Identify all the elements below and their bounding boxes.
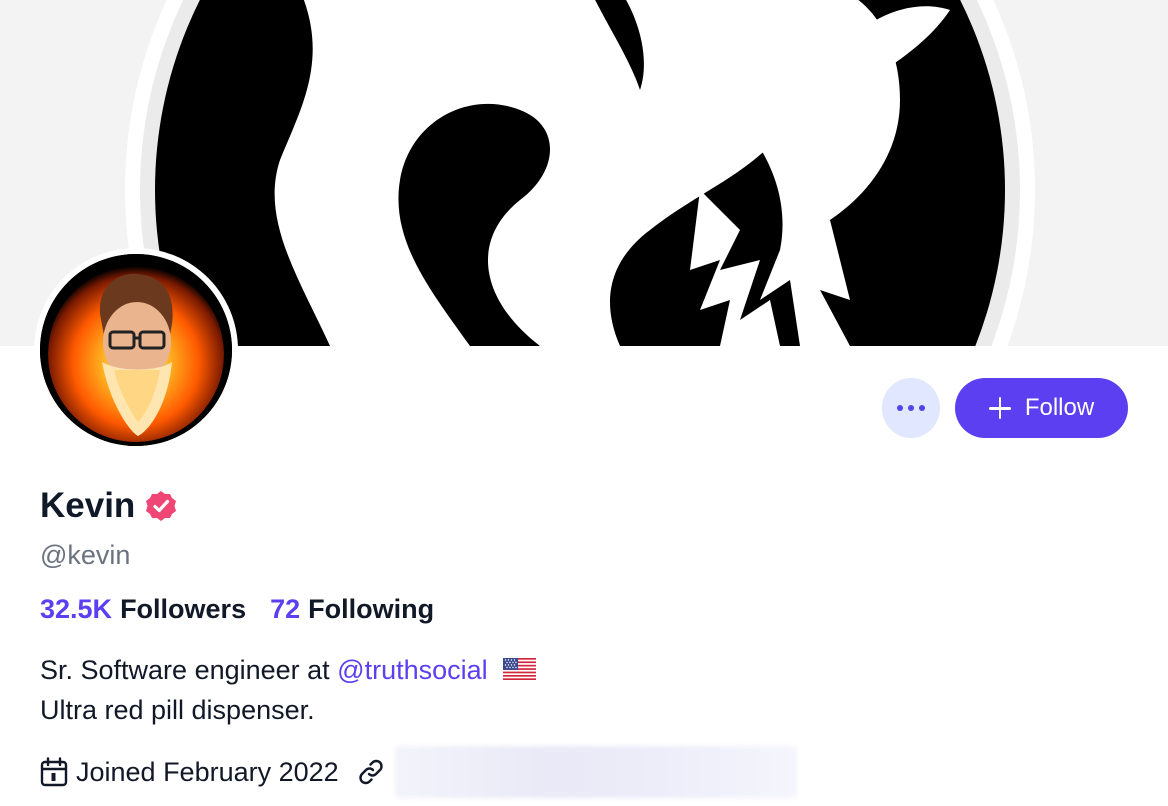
joined-date: Joined February 2022 [76,756,339,787]
following-label: Following [308,594,435,624]
more-options-button[interactable] [882,378,940,438]
profile-website-link[interactable] [394,746,797,798]
avatar-image [40,254,232,446]
followers-link[interactable]: 32.5K Followers [40,594,246,625]
following-link[interactable]: 72 Following [270,594,434,625]
following-count: 72 [270,594,301,624]
display-name: Kevin [40,486,136,525]
profile-handle: @kevin [40,540,131,570]
verified-badge-icon [146,491,177,521]
profile-meta: Joined February 2022 [40,746,797,798]
profile-bio: Sr. Software engineer at @truthsocial Ul… [40,650,537,730]
profile-name-row: Kevin [40,486,177,526]
bio-line-2: Ultra red pill dispenser. [40,695,315,725]
avatar[interactable] [34,248,238,452]
calendar-icon [40,757,68,787]
followers-label: Followers [120,594,247,624]
profile-stats: 32.5K Followers 72 Following [40,594,434,625]
bio-mention-link[interactable]: @truthsocial [337,655,487,685]
plus-icon [988,397,1011,419]
follow-button[interactable]: Follow [955,378,1128,438]
link-icon [358,759,383,785]
us-flag-icon [503,657,537,680]
follow-button-label: Follow [1024,394,1095,421]
ellipsis-icon [897,405,925,411]
followers-count: 32.5K [40,594,113,624]
bio-line-1: Sr. Software engineer at @truthsocial [40,650,537,690]
bio-text: Sr. Software engineer at [40,655,338,685]
